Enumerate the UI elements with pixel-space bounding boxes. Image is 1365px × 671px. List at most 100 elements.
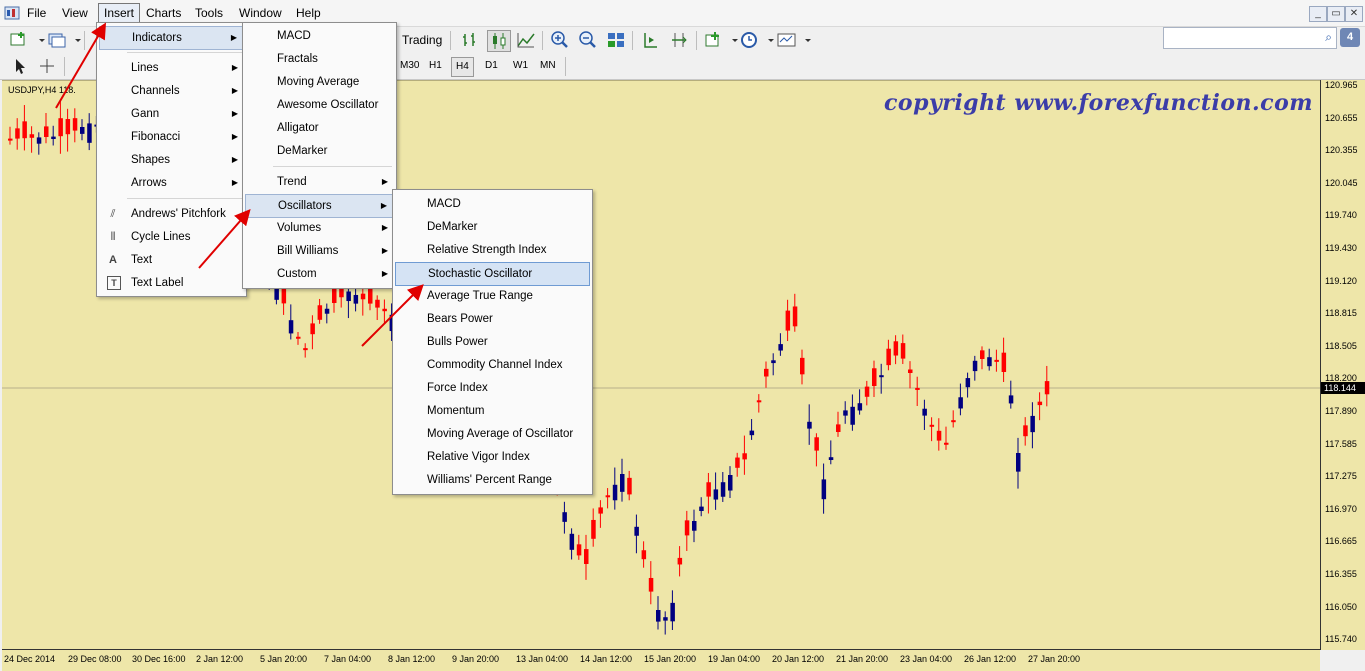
menu-item-fibonacci[interactable]: Fibonacci ▶ bbox=[99, 126, 244, 148]
menu-item-alligator[interactable]: Alligator bbox=[245, 117, 394, 139]
profiles-icon[interactable] bbox=[46, 30, 68, 50]
price-tick-label: 120.355 bbox=[1325, 145, 1358, 156]
chevron-down-icon[interactable] bbox=[31, 30, 45, 50]
candle-body bbox=[87, 123, 92, 143]
zoom-in-icon[interactable] bbox=[549, 30, 571, 50]
new-chart-icon[interactable] bbox=[8, 30, 30, 50]
timeframe-d1[interactable]: D1 bbox=[481, 57, 502, 75]
chevron-down-icon[interactable] bbox=[797, 30, 811, 50]
templates-icon[interactable] bbox=[776, 30, 798, 50]
candle-body bbox=[828, 457, 834, 461]
zoom-out-icon[interactable] bbox=[577, 30, 599, 50]
menu-item-commodity-channel-index[interactable]: Commodity Channel Index bbox=[395, 354, 590, 376]
candle-body bbox=[706, 482, 711, 497]
notification-icon[interactable]: 4 bbox=[1340, 28, 1360, 47]
chevron-down-icon[interactable] bbox=[724, 30, 738, 50]
candlestick-icon[interactable] bbox=[487, 30, 511, 52]
menu-item-relative-vigor-index[interactable]: Relative Vigor Index bbox=[395, 446, 590, 468]
cursor-icon[interactable] bbox=[8, 56, 30, 76]
menu-item-awesome-oscillator[interactable]: Awesome Oscillator bbox=[245, 94, 394, 116]
chevron-down-icon[interactable] bbox=[67, 30, 81, 50]
candle-body bbox=[987, 357, 992, 367]
periods-clock-icon[interactable] bbox=[738, 30, 760, 50]
candle-body bbox=[857, 403, 863, 411]
menu-item-text-label[interactable]: T Text Label bbox=[99, 272, 244, 294]
menu-item-williams-percent-range[interactable]: Williams' Percent Range bbox=[395, 469, 590, 491]
menu-item-moving-average-of-oscillator[interactable]: Moving Average of Oscillator bbox=[395, 423, 590, 445]
time-axis: 24 Dec 2014 29 Dec 08:00 30 Dec 16:00 2 Jan… bbox=[2, 649, 1320, 671]
time-tick-label: 24 Dec 2014 bbox=[4, 654, 56, 664]
candle-body bbox=[764, 368, 769, 377]
search-icon[interactable]: ⌕ bbox=[1325, 30, 1332, 45]
candle-body bbox=[692, 521, 697, 531]
menu-item-lines[interactable]: Lines ▶ bbox=[99, 57, 244, 79]
menu-item-channels[interactable]: Channels ▶ bbox=[99, 80, 244, 102]
menu-help[interactable]: Help bbox=[291, 4, 326, 22]
menu-item-bears-power[interactable]: Bears Power bbox=[395, 308, 590, 330]
auto-scroll-icon[interactable] bbox=[668, 30, 690, 50]
search-input[interactable]: ⌕ bbox=[1163, 27, 1337, 49]
menu-item-label: Stochastic Oscillator bbox=[428, 268, 533, 280]
menu-item-cycle-lines[interactable]: ⦀ Cycle Lines bbox=[99, 226, 244, 248]
menu-insert[interactable]: Insert bbox=[98, 3, 141, 23]
restore-icon[interactable]: ▭ bbox=[1327, 6, 1345, 22]
menu-file[interactable]: File bbox=[22, 4, 51, 22]
menu-item-macd[interactable]: MACD bbox=[245, 25, 394, 47]
menu-item-momentum[interactable]: Momentum bbox=[395, 400, 590, 422]
tile-windows-icon[interactable] bbox=[605, 30, 627, 50]
menu-item-custom[interactable]: Custom ▶ bbox=[245, 263, 394, 285]
menu-item-text[interactable]: A Text bbox=[99, 249, 244, 271]
candle-body bbox=[1001, 352, 1007, 372]
menu-item-volumes[interactable]: Volumes ▶ bbox=[245, 217, 394, 239]
menu-item-demarker[interactable]: DeMarker bbox=[245, 140, 394, 162]
menu-item-relative-strength-index[interactable]: Relative Strength Index bbox=[395, 239, 590, 261]
submenu-arrow-icon: ▶ bbox=[231, 155, 238, 164]
timeframe-m30[interactable]: M30 bbox=[396, 57, 423, 75]
time-tick-label: 27 Jan 20:00 bbox=[1028, 654, 1081, 664]
menu-item-bill-williams[interactable]: Bill Williams ▶ bbox=[245, 240, 394, 262]
menu-item-arrows[interactable]: Arrows ▶ bbox=[99, 172, 244, 194]
menu-item-fractals[interactable]: Fractals bbox=[245, 48, 394, 70]
menu-item-gann[interactable]: Gann ▶ bbox=[99, 103, 244, 125]
chart-shift-icon[interactable] bbox=[640, 30, 662, 50]
menu-charts[interactable]: Charts bbox=[141, 4, 186, 22]
timeframe-mn[interactable]: MN bbox=[536, 57, 560, 75]
minimize-icon[interactable]: _ bbox=[1309, 6, 1327, 22]
timeframe-w1[interactable]: W1 bbox=[509, 57, 532, 75]
menu-window[interactable]: Window bbox=[234, 4, 287, 22]
chevron-down-icon[interactable] bbox=[760, 30, 774, 50]
autotrading-button[interactable]: Trading bbox=[398, 31, 446, 49]
timeframe-h1[interactable]: H1 bbox=[425, 57, 446, 75]
menu-item-andrews-pitchfork[interactable]: ⫽ Andrews' Pitchfork bbox=[99, 203, 244, 225]
menu-item-label: Commodity Channel Index bbox=[427, 359, 563, 371]
candle-body bbox=[569, 533, 575, 550]
candle-body bbox=[310, 323, 315, 335]
menu-item-indicators[interactable]: Indicators ▶ bbox=[99, 26, 244, 50]
bar-chart-icon[interactable] bbox=[459, 30, 481, 50]
candle-body bbox=[814, 437, 819, 451]
menu-item-average-true-range[interactable]: Average True Range bbox=[395, 285, 590, 307]
price-tick-label: 115.740 bbox=[1325, 634, 1357, 645]
menu-tools[interactable]: Tools bbox=[190, 4, 228, 22]
menu-item-moving-average[interactable]: Moving Average bbox=[245, 71, 394, 93]
menu-item-bulls-power[interactable]: Bulls Power bbox=[395, 331, 590, 353]
menu-item-osc-demarker[interactable]: DeMarker bbox=[395, 216, 590, 238]
crosshair-icon[interactable] bbox=[36, 56, 58, 76]
timeframe-h4[interactable]: H4 bbox=[451, 57, 474, 77]
menu-view[interactable]: View bbox=[57, 4, 93, 22]
menu-item-osc-macd[interactable]: MACD bbox=[395, 193, 590, 215]
menu-item-trend[interactable]: Trend ▶ bbox=[245, 171, 394, 193]
line-chart-icon[interactable] bbox=[515, 30, 537, 50]
menu-item-force-index[interactable]: Force Index bbox=[395, 377, 590, 399]
submenu-arrow-icon: ▶ bbox=[381, 269, 388, 278]
close-icon[interactable]: ✕ bbox=[1345, 6, 1363, 22]
candle-body bbox=[936, 430, 942, 441]
candle-body bbox=[944, 442, 949, 445]
menu-item-label: MACD bbox=[277, 30, 311, 42]
menu-item-shapes[interactable]: Shapes ▶ bbox=[99, 149, 244, 171]
time-tick-label: 23 Jan 04:00 bbox=[900, 654, 953, 664]
indicators-list-icon[interactable] bbox=[703, 30, 725, 50]
menu-item-stochastic-oscillator[interactable]: Stochastic Oscillator bbox=[395, 262, 590, 286]
candle-body bbox=[641, 550, 647, 560]
menu-item-oscillators[interactable]: Oscillators ▶ bbox=[245, 194, 394, 218]
